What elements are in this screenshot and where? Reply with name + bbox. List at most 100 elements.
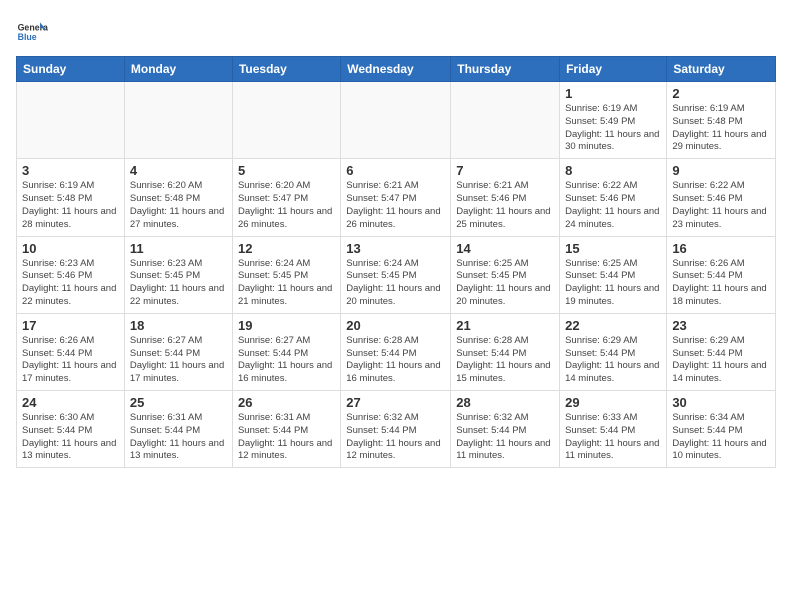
day-info: Sunrise: 6:26 AM Sunset: 5:44 PM Dayligh… <box>22 335 119 386</box>
day-number: 28 <box>456 395 554 410</box>
day-number: 16 <box>672 241 770 256</box>
calendar-cell: 10 Sunrise: 6:23 AM Sunset: 5:46 PM Dayli… <box>17 236 125 313</box>
day-number: 18 <box>130 318 227 333</box>
calendar-cell: 28 Sunrise: 6:32 AM Sunset: 5:44 PM Dayli… <box>451 391 560 468</box>
day-info: Sunrise: 6:30 AM Sunset: 5:44 PM Dayligh… <box>22 412 119 463</box>
day-info: Sunrise: 6:20 AM Sunset: 5:47 PM Dayligh… <box>238 180 335 231</box>
calendar-cell: 8 Sunrise: 6:22 AM Sunset: 5:46 PM Daylig… <box>560 159 667 236</box>
calendar-cell: 9Sunrise: 6:22 AM Sunset: 5:46 PM Daylig… <box>667 159 776 236</box>
day-info: Sunrise: 6:24 AM Sunset: 5:45 PM Dayligh… <box>346 258 445 309</box>
calendar-week-row: 17 Sunrise: 6:26 AM Sunset: 5:44 PM Dayli… <box>17 313 776 390</box>
day-number: 25 <box>130 395 227 410</box>
calendar-cell: 23 Sunrise: 6:29 AM Sunset: 5:44 PM Dayli… <box>667 313 776 390</box>
day-number: 13 <box>346 241 445 256</box>
day-number: 3 <box>22 163 119 178</box>
day-info: Sunrise: 6:27 AM Sunset: 5:44 PM Dayligh… <box>238 335 335 386</box>
page-header: General Blue <box>16 16 776 48</box>
day-info: Sunrise: 6:25 AM Sunset: 5:44 PM Dayligh… <box>565 258 661 309</box>
day-number: 24 <box>22 395 119 410</box>
day-info: Sunrise: 6:32 AM Sunset: 5:44 PM Dayligh… <box>346 412 445 463</box>
calendar-table: SundayMondayTuesdayWednesdayThursdayFrid… <box>16 56 776 468</box>
calendar-cell: 13 Sunrise: 6:24 AM Sunset: 5:45 PM Dayli… <box>341 236 451 313</box>
day-info: Sunrise: 6:20 AM Sunset: 5:48 PM Dayligh… <box>130 180 227 231</box>
day-number: 29 <box>565 395 661 410</box>
day-info: Sunrise: 6:31 AM Sunset: 5:44 PM Dayligh… <box>238 412 335 463</box>
day-number: 5 <box>238 163 335 178</box>
day-number: 26 <box>238 395 335 410</box>
day-number: 2 <box>672 86 770 101</box>
day-number: 6 <box>346 163 445 178</box>
day-number: 19 <box>238 318 335 333</box>
day-number: 22 <box>565 318 661 333</box>
calendar-cell: 15 Sunrise: 6:25 AM Sunset: 5:44 PM Dayli… <box>560 236 667 313</box>
day-info: Sunrise: 6:23 AM Sunset: 5:46 PM Dayligh… <box>22 258 119 309</box>
weekday-header: Thursday <box>451 57 560 82</box>
calendar-week-row: 10 Sunrise: 6:23 AM Sunset: 5:46 PM Dayli… <box>17 236 776 313</box>
day-number: 21 <box>456 318 554 333</box>
calendar-cell: 26 Sunrise: 6:31 AM Sunset: 5:44 PM Dayli… <box>232 391 340 468</box>
day-info: Sunrise: 6:31 AM Sunset: 5:44 PM Dayligh… <box>130 412 227 463</box>
calendar-cell: 25 Sunrise: 6:31 AM Sunset: 5:44 PM Dayli… <box>124 391 232 468</box>
day-info: Sunrise: 6:21 AM Sunset: 5:47 PM Dayligh… <box>346 180 445 231</box>
day-number: 20 <box>346 318 445 333</box>
calendar-cell: 18 Sunrise: 6:27 AM Sunset: 5:44 PM Dayli… <box>124 313 232 390</box>
calendar-cell: 21 Sunrise: 6:28 AM Sunset: 5:44 PM Dayli… <box>451 313 560 390</box>
calendar-cell: 22Sunrise: 6:29 AM Sunset: 5:44 PM Dayli… <box>560 313 667 390</box>
day-info: Sunrise: 6:19 AM Sunset: 5:49 PM Dayligh… <box>565 103 661 154</box>
day-info: Sunrise: 6:28 AM Sunset: 5:44 PM Dayligh… <box>346 335 445 386</box>
day-info: Sunrise: 6:25 AM Sunset: 5:45 PM Dayligh… <box>456 258 554 309</box>
logo: General Blue <box>16 16 48 48</box>
calendar-cell <box>451 82 560 159</box>
day-number: 17 <box>22 318 119 333</box>
day-info: Sunrise: 6:34 AM Sunset: 5:44 PM Dayligh… <box>672 412 770 463</box>
calendar-cell: 24 Sunrise: 6:30 AM Sunset: 5:44 PM Dayli… <box>17 391 125 468</box>
calendar-cell <box>232 82 340 159</box>
calendar-cell: 6 Sunrise: 6:21 AM Sunset: 5:47 PM Daylig… <box>341 159 451 236</box>
day-info: Sunrise: 6:23 AM Sunset: 5:45 PM Dayligh… <box>130 258 227 309</box>
day-number: 4 <box>130 163 227 178</box>
weekday-header-row: SundayMondayTuesdayWednesdayThursdayFrid… <box>17 57 776 82</box>
day-info: Sunrise: 6:26 AM Sunset: 5:44 PM Dayligh… <box>672 258 770 309</box>
calendar-cell: 29 Sunrise: 6:33 AM Sunset: 5:44 PM Dayli… <box>560 391 667 468</box>
day-info: Sunrise: 6:19 AM Sunset: 5:48 PM Dayligh… <box>672 103 770 154</box>
day-info: Sunrise: 6:28 AM Sunset: 5:44 PM Dayligh… <box>456 335 554 386</box>
day-info: Sunrise: 6:22 AM Sunset: 5:46 PM Dayligh… <box>672 180 770 231</box>
calendar-cell: 11 Sunrise: 6:23 AM Sunset: 5:45 PM Dayli… <box>124 236 232 313</box>
day-info: Sunrise: 6:29 AM Sunset: 5:44 PM Dayligh… <box>672 335 770 386</box>
day-number: 8 <box>565 163 661 178</box>
calendar-cell: 12Sunrise: 6:24 AM Sunset: 5:45 PM Dayli… <box>232 236 340 313</box>
day-info: Sunrise: 6:19 AM Sunset: 5:48 PM Dayligh… <box>22 180 119 231</box>
day-info: Sunrise: 6:33 AM Sunset: 5:44 PM Dayligh… <box>565 412 661 463</box>
calendar-cell: 14 Sunrise: 6:25 AM Sunset: 5:45 PM Dayli… <box>451 236 560 313</box>
weekday-header: Friday <box>560 57 667 82</box>
weekday-header: Sunday <box>17 57 125 82</box>
calendar-cell: 7Sunrise: 6:21 AM Sunset: 5:46 PM Daylig… <box>451 159 560 236</box>
day-number: 11 <box>130 241 227 256</box>
day-number: 23 <box>672 318 770 333</box>
calendar-cell: 27 Sunrise: 6:32 AM Sunset: 5:44 PM Dayli… <box>341 391 451 468</box>
calendar-cell: 2 Sunrise: 6:19 AM Sunset: 5:48 PM Daylig… <box>667 82 776 159</box>
calendar-cell: 4 Sunrise: 6:20 AM Sunset: 5:48 PM Daylig… <box>124 159 232 236</box>
calendar-cell: 16 Sunrise: 6:26 AM Sunset: 5:44 PM Dayli… <box>667 236 776 313</box>
calendar-cell <box>341 82 451 159</box>
day-number: 27 <box>346 395 445 410</box>
day-info: Sunrise: 6:27 AM Sunset: 5:44 PM Dayligh… <box>130 335 227 386</box>
calendar-cell: 3 Sunrise: 6:19 AM Sunset: 5:48 PM Daylig… <box>17 159 125 236</box>
calendar-week-row: 3 Sunrise: 6:19 AM Sunset: 5:48 PM Daylig… <box>17 159 776 236</box>
day-number: 30 <box>672 395 770 410</box>
svg-text:Blue: Blue <box>18 32 37 42</box>
weekday-header: Tuesday <box>232 57 340 82</box>
calendar-cell: 5 Sunrise: 6:20 AM Sunset: 5:47 PM Daylig… <box>232 159 340 236</box>
calendar-cell: 1Sunrise: 6:19 AM Sunset: 5:49 PM Daylig… <box>560 82 667 159</box>
day-info: Sunrise: 6:32 AM Sunset: 5:44 PM Dayligh… <box>456 412 554 463</box>
day-number: 14 <box>456 241 554 256</box>
calendar-week-row: 1Sunrise: 6:19 AM Sunset: 5:49 PM Daylig… <box>17 82 776 159</box>
calendar-cell <box>124 82 232 159</box>
day-number: 10 <box>22 241 119 256</box>
calendar-cell: 30 Sunrise: 6:34 AM Sunset: 5:44 PM Dayli… <box>667 391 776 468</box>
weekday-header: Wednesday <box>341 57 451 82</box>
day-info: Sunrise: 6:21 AM Sunset: 5:46 PM Dayligh… <box>456 180 554 231</box>
day-number: 15 <box>565 241 661 256</box>
day-info: Sunrise: 6:22 AM Sunset: 5:46 PM Dayligh… <box>565 180 661 231</box>
day-number: 12 <box>238 241 335 256</box>
